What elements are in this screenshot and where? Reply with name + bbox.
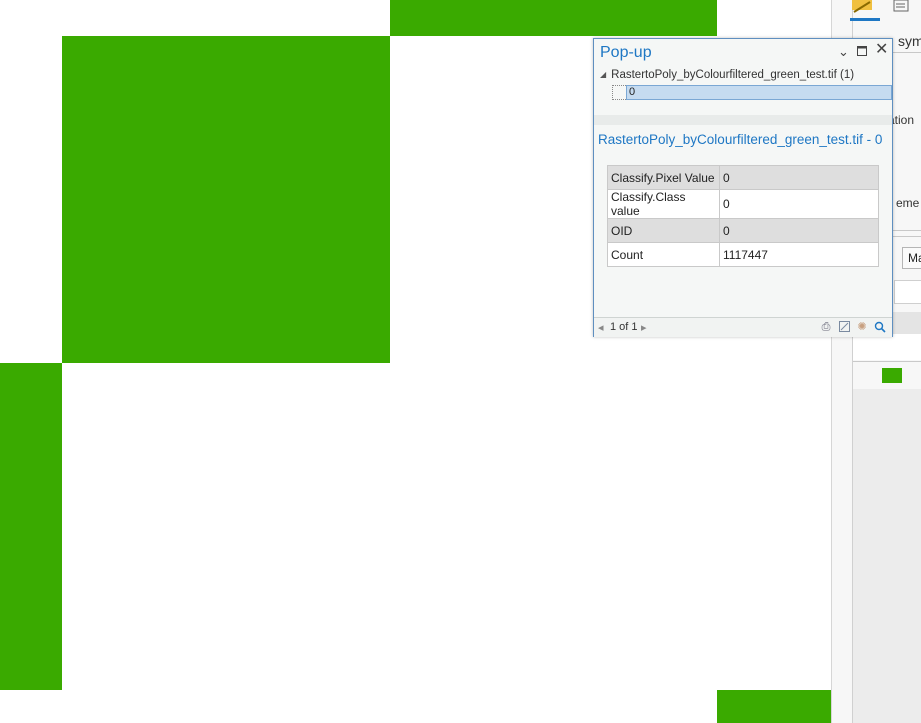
primary-symbology-label: sym [898,33,921,49]
green-raster-cell [0,363,62,690]
previous-arrow-icon[interactable]: ◂ [598,321,604,334]
list-icon[interactable] [890,0,910,14]
collapse-triangle-icon[interactable]: ◢ [600,70,606,79]
active-tab-underline [850,18,880,21]
table-row: Classify.Pixel Value 0 [607,165,879,190]
close-icon[interactable]: ✕ [875,42,888,58]
tree-feature-item[interactable]: 0 [612,85,892,100]
popup-title: Pop-up [600,44,652,61]
green-raster-cell [390,0,717,36]
field-name: OID [607,218,720,243]
flash-icon[interactable]: ✺ [856,321,868,333]
tree-connector [612,85,626,100]
next-arrow-icon[interactable]: ▸ [641,321,647,334]
field-name: Classify.Class value [607,189,720,219]
attribute-table: Classify.Pixel Value 0 Classify.Class va… [607,165,879,267]
feature-title: RastertoPoly_byColourfiltered_green_test… [598,132,883,147]
field-value: 0 [719,189,879,219]
field-value: 0 [719,218,879,243]
table-header-row [853,334,921,360]
field-name: Classify.Pixel Value [607,165,720,190]
popup-divider[interactable] [594,115,892,125]
popup-footer: ◂ 1 of 1 ▸ ⎙ ✺ [594,317,892,337]
table-row: Count 1117447 [607,242,879,267]
print-icon[interactable]: ⎙ [820,321,832,333]
table-row: OID 0 [607,218,879,243]
zoom-to-icon[interactable] [874,321,886,333]
field-label-eme: eme [896,196,920,210]
green-raster-cell [717,690,831,723]
maximize-icon[interactable] [857,45,867,59]
edit-pencil-icon[interactable] [850,0,876,16]
layer-tree-node[interactable]: ◢ RastertoPoly_byColourfiltered_green_tes… [600,69,854,81]
dropdown[interactable]: ▾ [894,280,921,304]
field-value: 0 [719,165,879,190]
color-swatch[interactable] [882,368,902,383]
chevron-down-icon[interactable]: ⌄ [838,45,849,59]
popup-window: Pop-up ⌄ ✕ ◢ RastertoPoly_byColourfiltere… [593,38,893,337]
green-raster-cell [62,36,390,363]
selected-feature-label[interactable]: 0 [626,85,892,100]
class-list [853,389,921,723]
layer-tree-label: RastertoPoly_byColourfiltered_green_test… [611,69,855,81]
field-value: 1117447 [719,242,879,267]
field-name: Count [607,242,720,267]
page-indicator: 1 of 1 [610,321,638,333]
table-row: Classify.Class value 0 [607,189,879,219]
pane-separator [853,361,921,362]
export-icon[interactable] [838,321,850,333]
manual-tab-button[interactable]: Ma [902,247,921,269]
